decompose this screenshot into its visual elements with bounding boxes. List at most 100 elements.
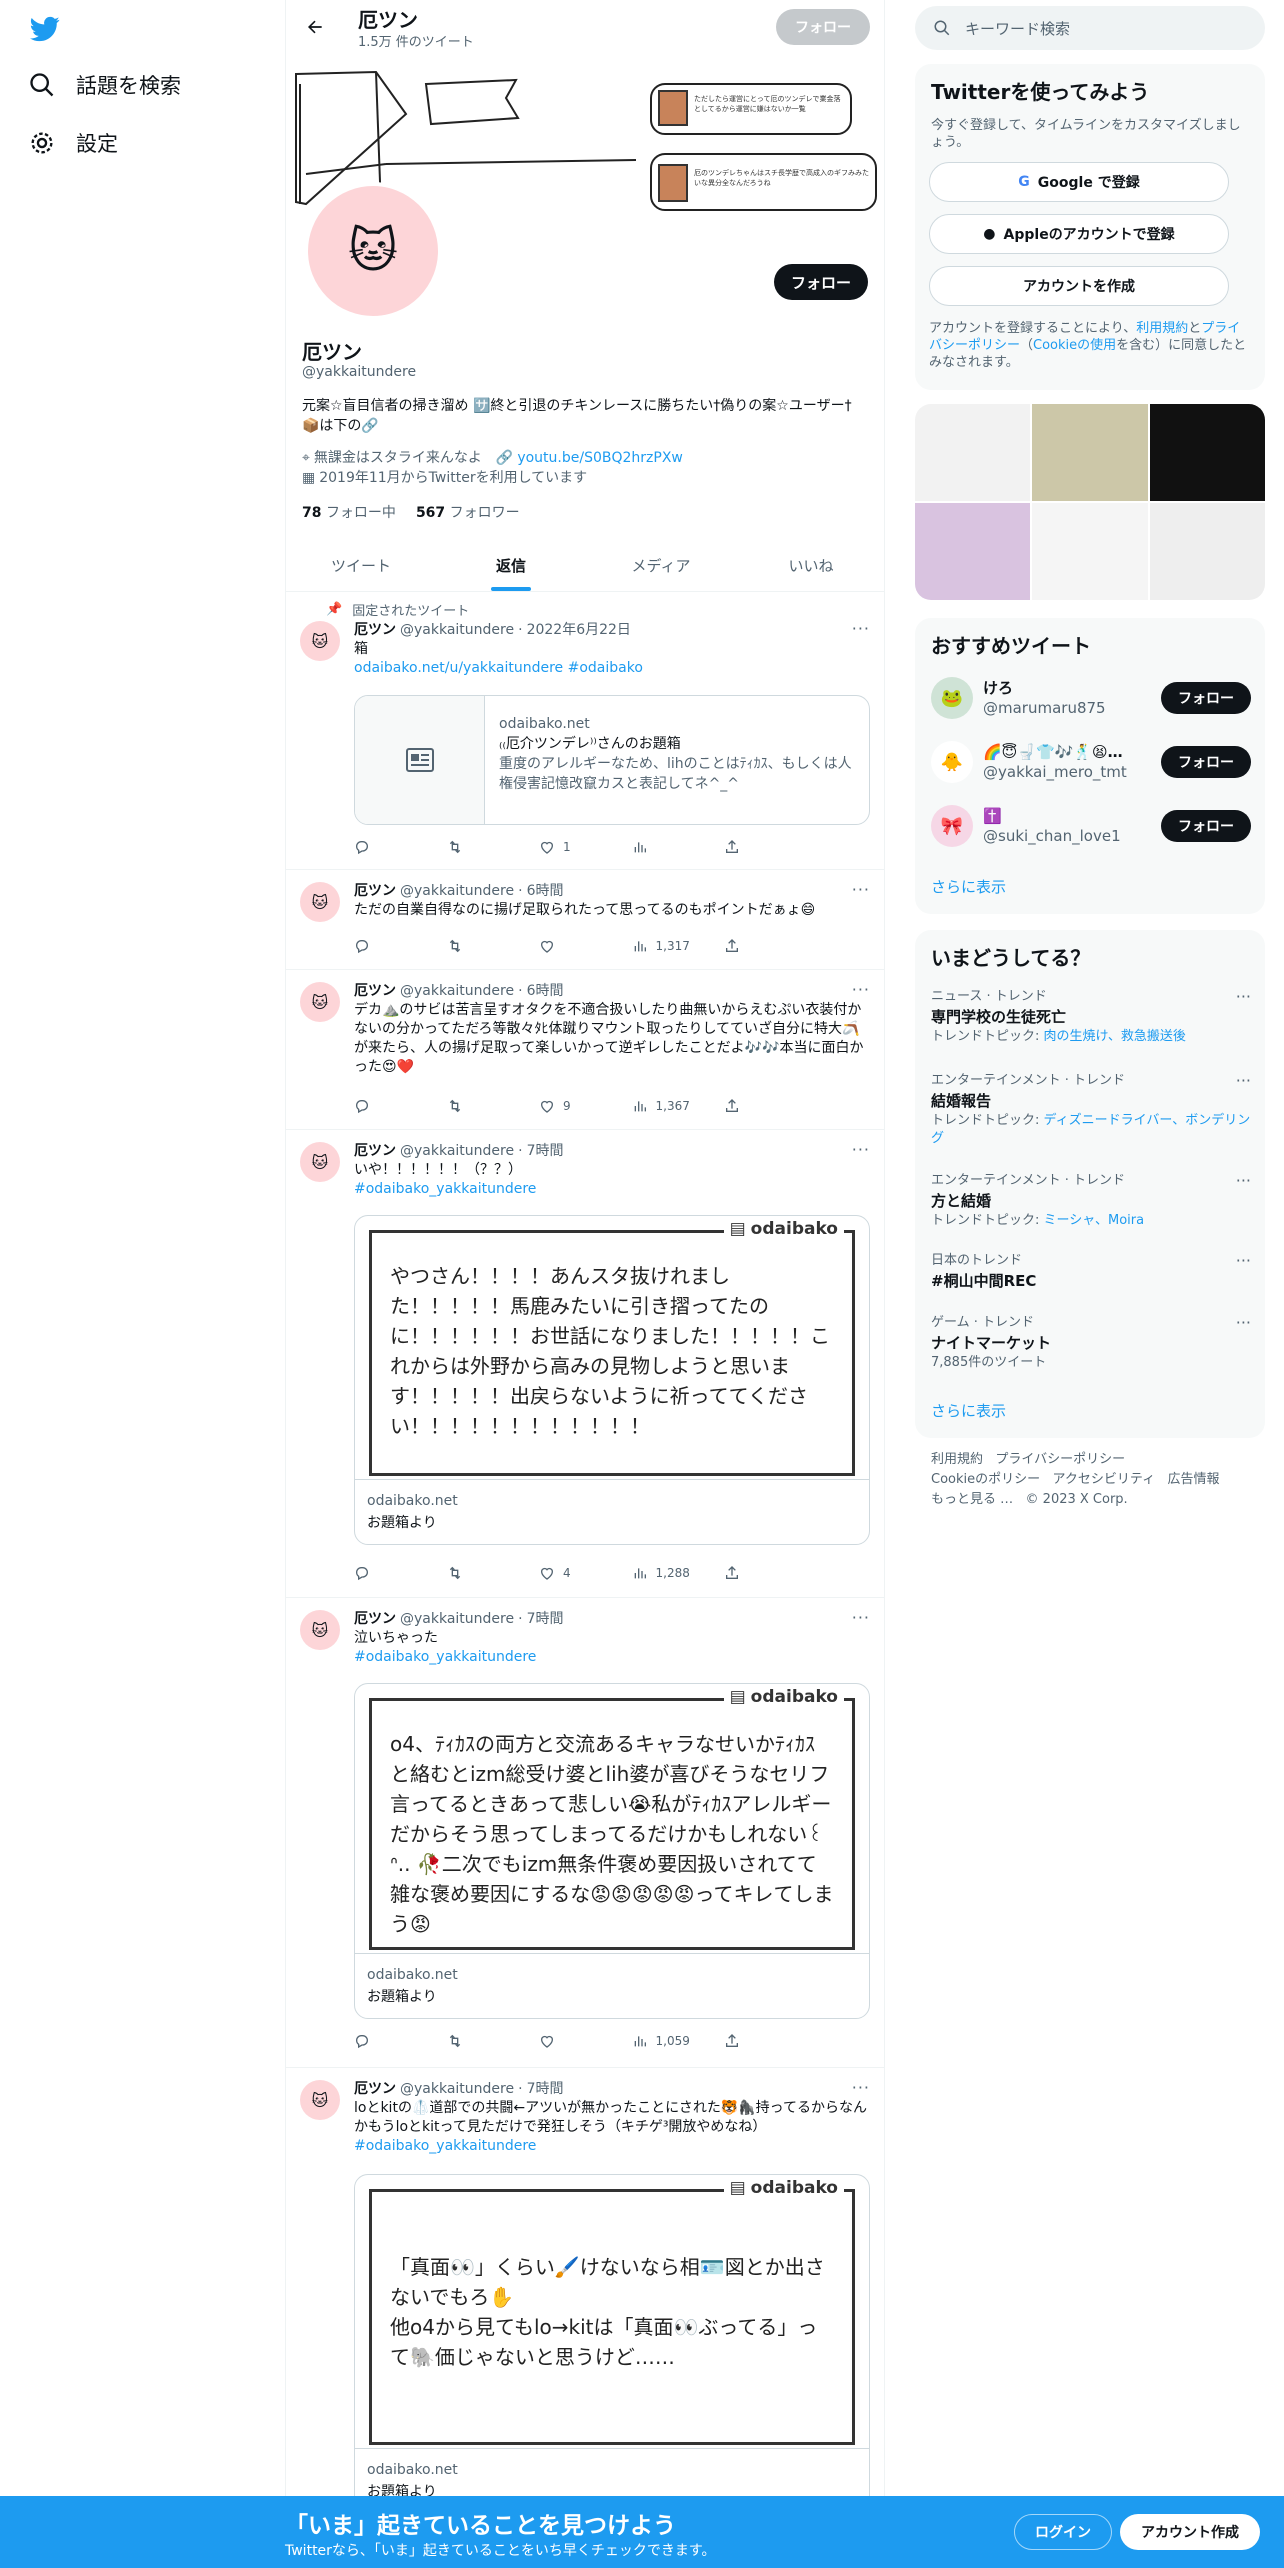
more-options-icon[interactable]: ···	[852, 619, 870, 638]
avatar[interactable]: 🐱	[300, 982, 340, 1022]
search-box[interactable]: キーワード検索	[915, 6, 1265, 50]
tweet-time[interactable]: 7時間	[527, 1610, 564, 1629]
like-button[interactable]: 9	[539, 1098, 599, 1114]
more-options-icon[interactable]: ···	[1236, 988, 1251, 1006]
hashtag[interactable]: #odaibako_yakkaitundere	[354, 1181, 536, 1197]
tweet-author[interactable]: 厄ツン	[354, 1142, 396, 1161]
hashtag[interactable]: #odaibako_yakkaitundere	[354, 1649, 536, 1665]
signup-button[interactable]: アカウント作成	[1120, 2514, 1260, 2550]
following-link[interactable]: 78 フォロー中	[302, 502, 396, 522]
odaibako-card[interactable]: ▤ odaibako o4、ﾃｨｶｽの両方と交流あるキャラなせいかﾃｨｶｽと絡むと…	[354, 1683, 870, 2019]
media-thumbnail[interactable]	[1032, 404, 1148, 501]
retweet-button[interactable]	[447, 938, 507, 954]
more-options-icon[interactable]: ···	[852, 1140, 870, 1159]
more-options-icon[interactable]: ···	[852, 980, 870, 999]
retweet-button[interactable]	[447, 1565, 507, 1581]
tweet-time[interactable]: 7時間	[527, 2080, 564, 2099]
like-button[interactable]	[539, 938, 599, 954]
odaibako-card[interactable]: ▤ odaibako 「真面👀」くらい🖌️けないなら相🪪図とか出さないでもろ✋ 他…	[354, 2174, 870, 2514]
more-options-icon[interactable]: ···	[852, 880, 870, 899]
more-options-icon[interactable]: ···	[1236, 1314, 1251, 1332]
share-button[interactable]	[724, 2033, 784, 2049]
views-button[interactable]: 1,367	[632, 1098, 692, 1114]
more-options-icon[interactable]: ···	[852, 1608, 870, 1627]
avatar[interactable]: 🐱	[300, 1610, 340, 1650]
avatar[interactable]: 🎀	[931, 805, 973, 847]
hashtag[interactable]: #odaibako_yakkaitundere	[354, 2138, 536, 2154]
nav-explore[interactable]: 話題を検索	[28, 70, 181, 100]
tweet[interactable]: 🐱 厄ツン @yakkaitundere · 6時間 デカ⛰️のサビは苦言呈すオタクを…	[286, 970, 884, 1130]
tweet-time[interactable]: 2022年6月22日	[527, 621, 631, 640]
profile-link[interactable]: youtu.be/S0BQ2hrzPXw	[517, 448, 683, 468]
tweet-author[interactable]: 厄ツン	[354, 621, 396, 640]
share-button[interactable]	[724, 839, 784, 855]
like-button[interactable]: 4	[539, 1565, 599, 1581]
like-button[interactable]: 1	[539, 839, 599, 855]
recommended-user[interactable]: 🎀 ✝️ @suki_chan_love1 フォロー	[931, 800, 1251, 852]
avatar[interactable]: 🐱	[300, 1142, 340, 1182]
footer-link[interactable]: 利用規約	[931, 1452, 983, 1467]
google-signup-button[interactable]: G Google で登録	[929, 162, 1229, 202]
tweet[interactable]: 🐱 厄ツン @yakkaitundere · 7時間 いや！！！！！！（？？） #od…	[286, 1130, 884, 1598]
tweet-author[interactable]: 厄ツン	[354, 2080, 396, 2099]
reply-button[interactable]	[354, 938, 414, 954]
tab-media[interactable]: メディア	[586, 540, 736, 591]
follow-button[interactable]: フォロー	[1161, 682, 1251, 714]
tab-tweets[interactable]: ツイート	[286, 540, 436, 591]
more-options-icon[interactable]: ···	[1236, 1172, 1251, 1190]
media-preview-grid[interactable]	[915, 404, 1265, 600]
tweet-link[interactable]: odaibako.net/u/yakkaitundere	[354, 660, 563, 676]
share-button[interactable]	[724, 1098, 784, 1114]
tweet-time[interactable]: 6時間	[527, 882, 564, 901]
like-button[interactable]	[539, 2033, 599, 2049]
media-thumbnail[interactable]	[1149, 404, 1265, 501]
tweet-time[interactable]: 6時間	[527, 982, 564, 1001]
footer-link[interactable]: アクセシビリティ	[1053, 1472, 1156, 1487]
tweet-handle[interactable]: @yakkaitundere	[400, 1142, 514, 1161]
tweet[interactable]: 📌 固定されたツイート 🐱 厄ツン @yakkaitundere · 2022年6月22…	[286, 593, 884, 870]
views-button[interactable]: 1,288	[632, 1565, 692, 1581]
footer-link[interactable]: Cookieのポリシー	[931, 1472, 1040, 1487]
avatar[interactable]: 🐸	[931, 677, 973, 719]
avatar[interactable]: 🐱	[300, 2080, 340, 2120]
avatar[interactable]: 🐥	[931, 741, 973, 783]
tweet-author[interactable]: 厄ツン	[354, 982, 396, 1001]
trend-topic-link[interactable]: ミーシャ、Moira	[1044, 1213, 1145, 1228]
footer-link[interactable]: もっと見る …	[931, 1492, 1013, 1507]
reply-button[interactable]	[354, 1098, 414, 1114]
follow-button[interactable]: フォロー	[774, 264, 868, 300]
reply-button[interactable]	[354, 2033, 414, 2049]
media-thumbnail[interactable]	[1032, 503, 1148, 600]
reply-button[interactable]	[354, 839, 414, 855]
terms-link[interactable]: 利用規約	[1136, 321, 1188, 336]
follow-button[interactable]: フォロー	[1161, 810, 1251, 842]
tweet-handle[interactable]: @yakkaitundere	[400, 621, 514, 640]
views-button[interactable]	[632, 839, 692, 855]
create-account-button[interactable]: アカウントを作成	[929, 266, 1229, 306]
more-options-icon[interactable]: ···	[1236, 1252, 1251, 1270]
followers-link[interactable]: 567 フォロワー	[416, 502, 520, 522]
twitter-bird-icon[interactable]	[28, 14, 62, 44]
retweet-button[interactable]	[447, 839, 507, 855]
media-thumbnail[interactable]	[915, 404, 1031, 501]
tweet-author[interactable]: 厄ツン	[354, 882, 396, 901]
avatar[interactable]: 🐱	[300, 882, 340, 922]
trend-topic-link[interactable]: 肉の生焼け、救急搬送後	[1044, 1029, 1186, 1044]
back-button[interactable]	[300, 12, 330, 42]
recommended-user[interactable]: 🐥 🌈😇🚽👕🎶🕺😫… @yakkai_mero_tmt フォロー	[931, 736, 1251, 788]
cookie-link[interactable]: Cookieの使用	[1033, 338, 1116, 353]
tweet-handle[interactable]: @yakkaitundere	[400, 1610, 514, 1629]
retweet-button[interactable]	[447, 1098, 507, 1114]
recommended-user[interactable]: 🐸 けろ @marumaru875 フォロー	[931, 672, 1251, 724]
retweet-button[interactable]	[447, 2033, 507, 2049]
trend-item[interactable]: 日本のトレンド #桐山中間REC ···	[931, 1252, 1251, 1292]
trend-item[interactable]: エンターテインメント · トレンド 方と結婚 トレンドトピック: ミーシャ、Mo…	[931, 1172, 1251, 1230]
show-more-link[interactable]: さらに表示	[931, 876, 1006, 897]
show-more-link[interactable]: さらに表示	[931, 1400, 1006, 1421]
header-follow-button[interactable]: フォロー	[776, 9, 870, 45]
more-options-icon[interactable]: ···	[852, 2078, 870, 2097]
follow-button[interactable]: フォロー	[1161, 746, 1251, 778]
hashtag[interactable]: #odaibako	[568, 660, 643, 676]
views-button[interactable]: 1,059	[632, 2033, 692, 2049]
share-button[interactable]	[724, 1565, 784, 1581]
